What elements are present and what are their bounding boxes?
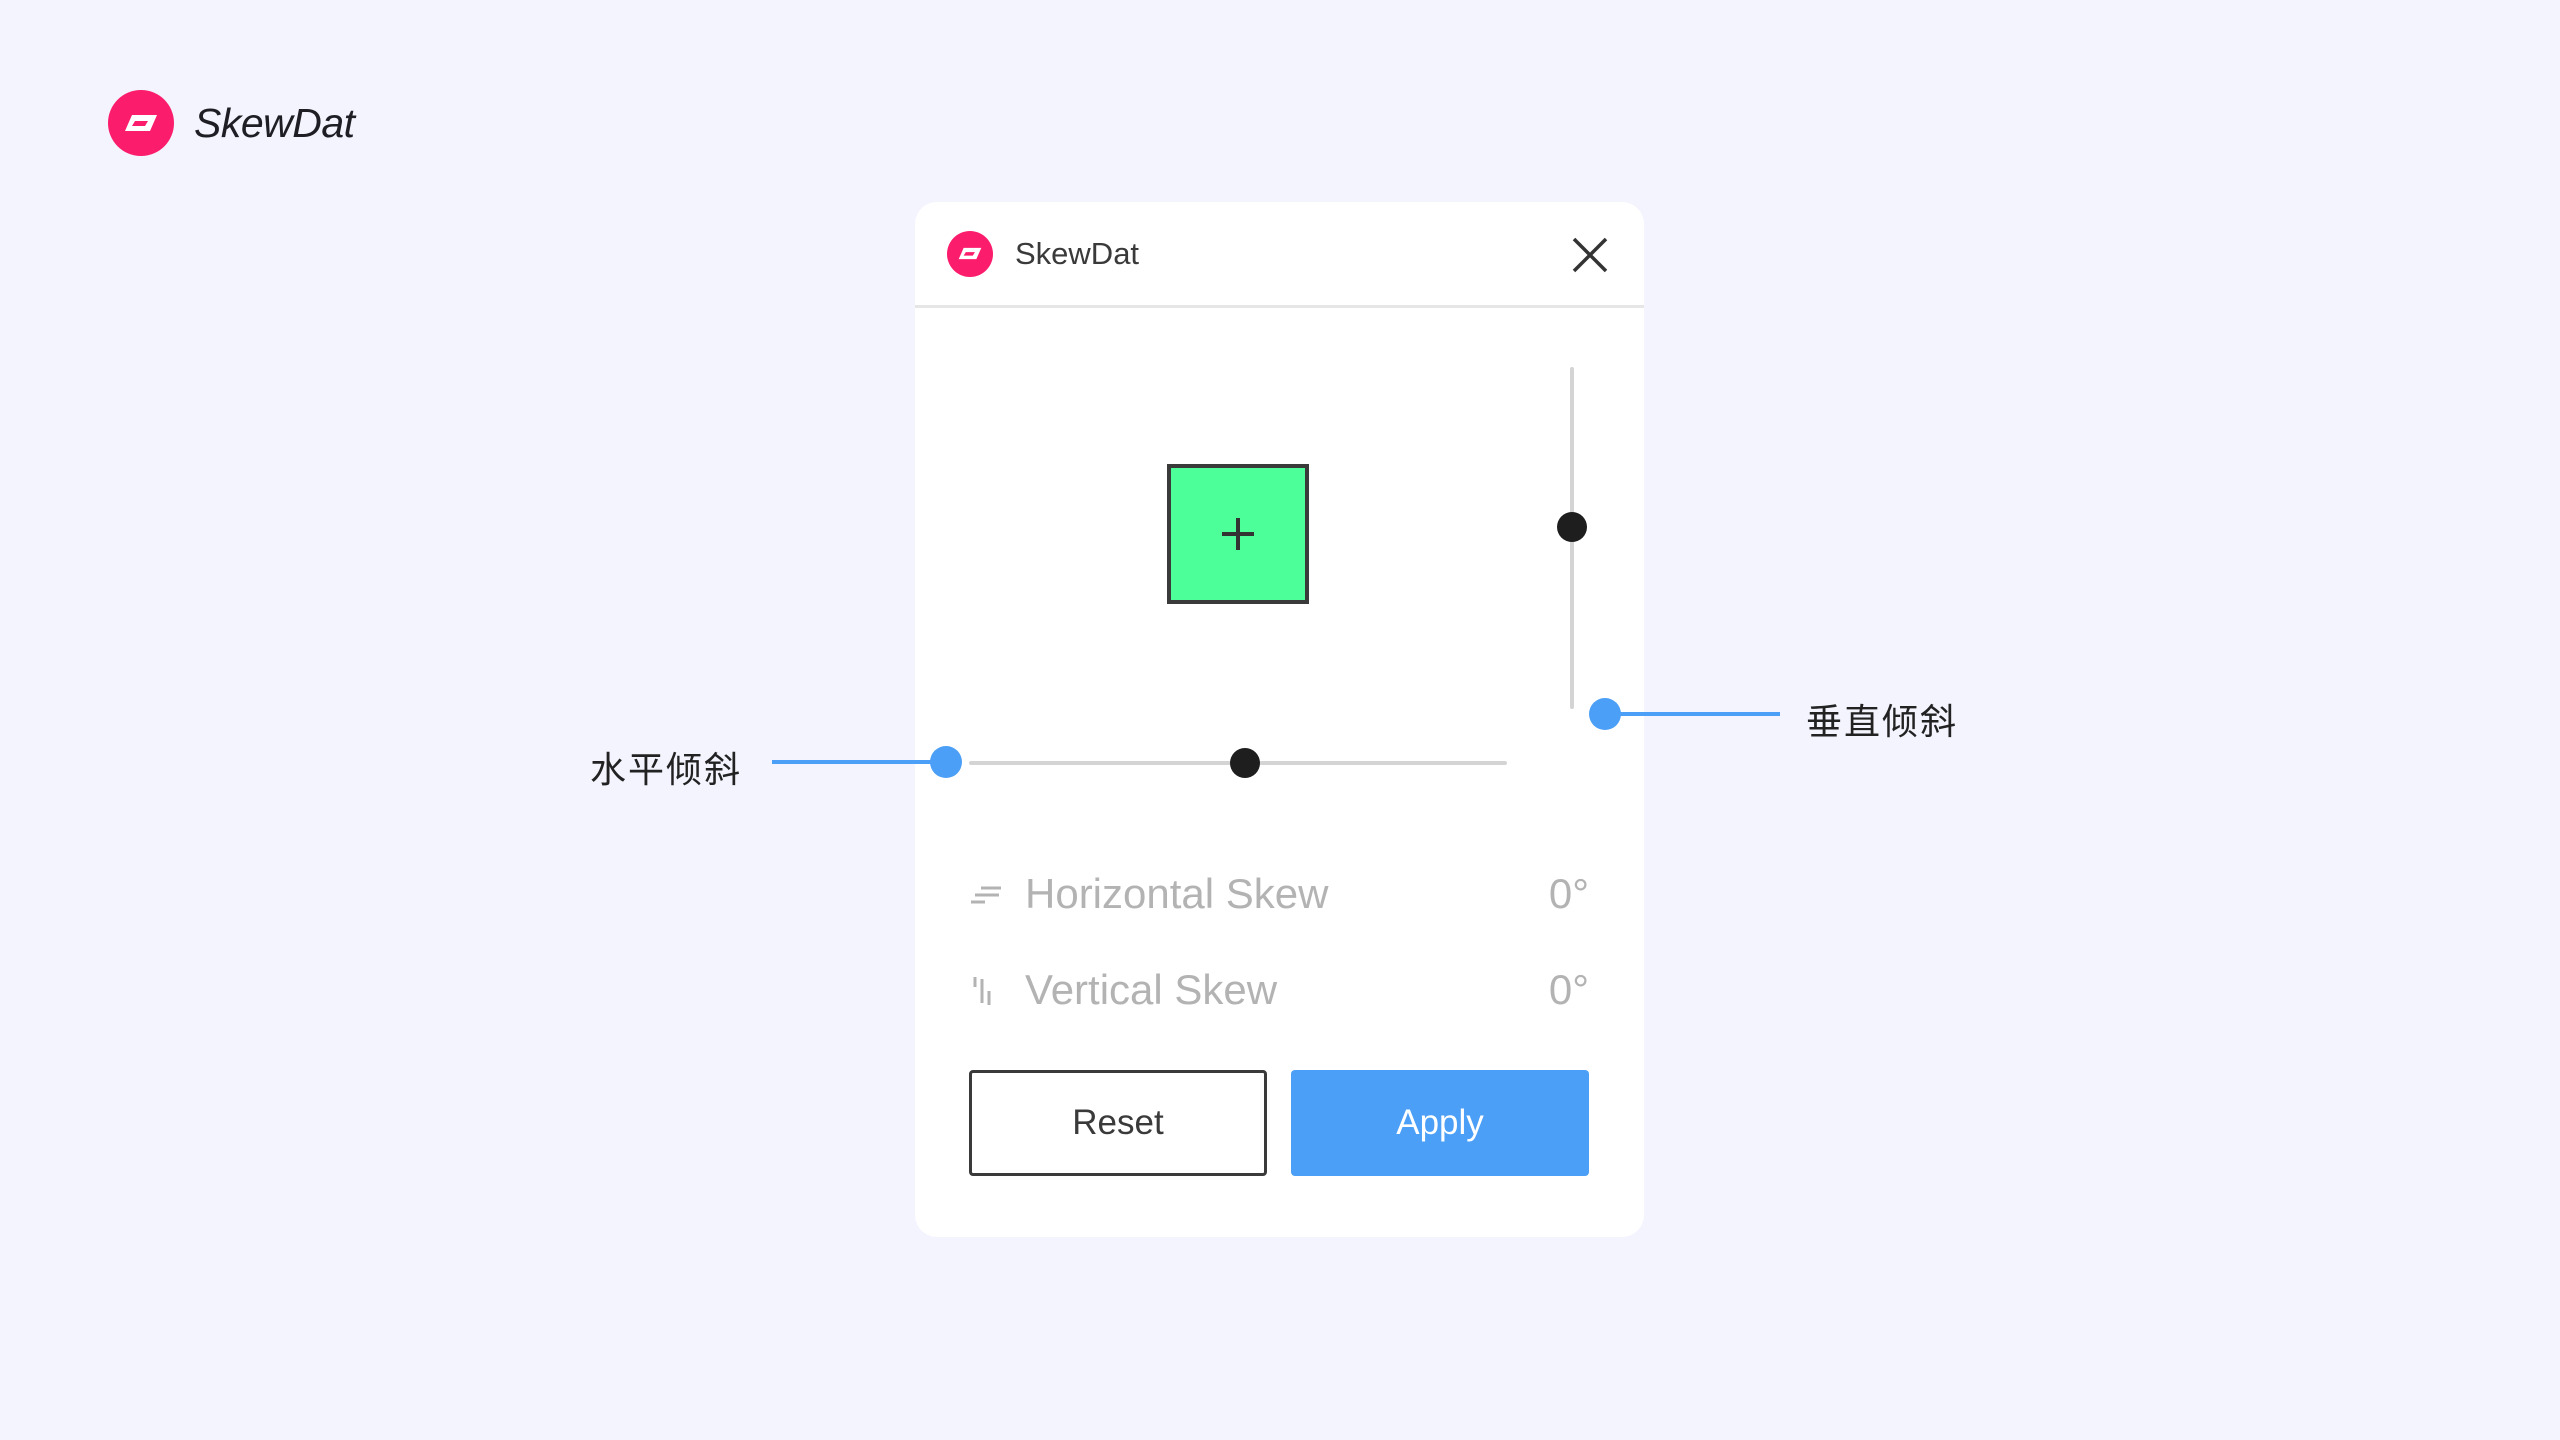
vertical-skew-slider-thumb[interactable] <box>1557 512 1587 542</box>
brand-name: SkewDat <box>194 99 355 146</box>
horizontal-skew-slider-thumb[interactable] <box>1230 748 1260 778</box>
horizontal-skew-icon <box>971 886 1001 904</box>
vertical-skew-label: Vertical Skew <box>1025 966 1278 1013</box>
brand: SkewDat <box>108 90 355 156</box>
horizontal-annotation-line <box>772 760 948 764</box>
skewdat-logo-icon <box>947 230 993 277</box>
dialog-titlebar: SkewDat <box>915 202 1644 308</box>
horizontal-annotation-dot <box>930 746 962 778</box>
reset-button[interactable]: Reset <box>969 1070 1267 1176</box>
vertical-skew-annotation: 垂直倾斜 <box>1806 702 1959 743</box>
vertical-skew-value: 0° <box>1548 966 1589 1013</box>
dialog-title: SkewDat <box>1015 235 1140 271</box>
horizontal-skew-value: 0° <box>1548 870 1589 917</box>
skew-preview-box <box>1167 464 1309 604</box>
vertical-annotation-line <box>1606 712 1780 716</box>
apply-button[interactable]: Apply <box>1291 1070 1589 1176</box>
horizontal-skew-row: Horizontal Skew 0° <box>969 864 1589 924</box>
skew-dialog: SkewDat Horizontal Skew 0° Vertical Skew… <box>915 202 1644 1237</box>
horizontal-skew-label: Horizontal Skew <box>1025 870 1329 917</box>
horizontal-skew-annotation: 水平倾斜 <box>590 750 743 791</box>
close-icon <box>1572 237 1608 273</box>
skewdat-logo-icon <box>108 90 174 156</box>
plus-icon <box>1222 518 1254 550</box>
vertical-skew-row: Vertical Skew 0° <box>969 960 1589 1020</box>
vertical-skew-icon <box>973 977 991 1005</box>
close-button[interactable] <box>1570 235 1610 275</box>
